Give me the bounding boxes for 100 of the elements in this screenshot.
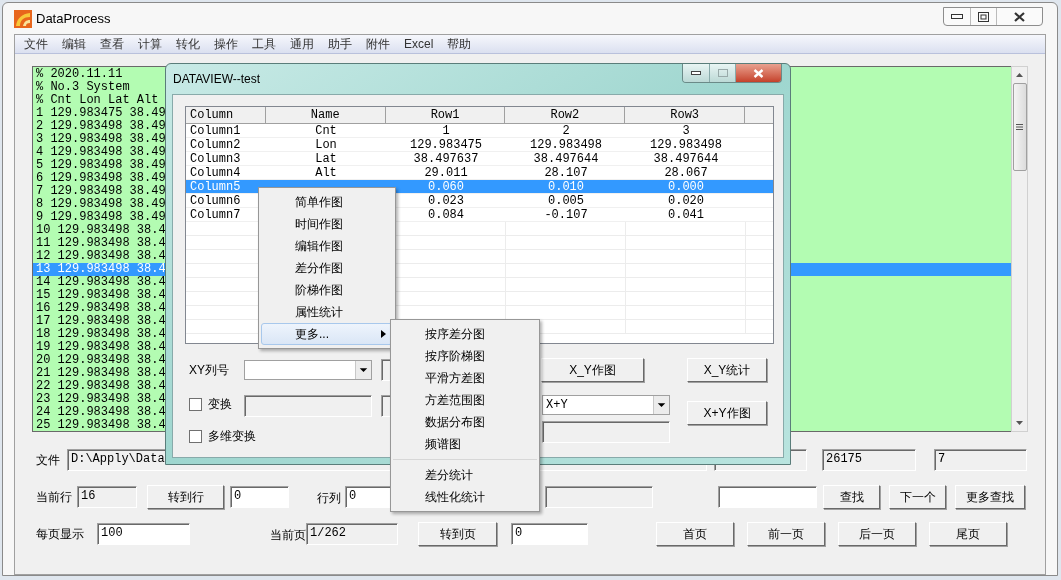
field-label: 当前行 (36, 489, 73, 506)
goto-page-field[interactable]: 0 (511, 523, 588, 545)
search-field[interactable] (718, 486, 817, 508)
close-icon (753, 68, 764, 78)
table-cell-text: 3 (681, 124, 691, 137)
maximize-icon (717, 69, 728, 77)
menu-item[interactable]: 助手 (323, 35, 357, 53)
table-cell-text: 129.983498 (649, 138, 723, 151)
field-label: XY列号 (189, 362, 230, 379)
minimize-button[interactable] (683, 64, 710, 82)
menu-item[interactable]: 属性统计 (261, 301, 393, 323)
per-page-field[interactable]: 100 (97, 523, 190, 545)
menu-item[interactable]: 计算 (133, 35, 167, 53)
columns-field[interactable]: 7 (934, 449, 1027, 471)
menu-item[interactable]: 帮助 (442, 35, 477, 53)
column-header[interactable]: Name (265, 107, 386, 123)
current-row-field[interactable]: 16 (77, 486, 137, 508)
table-cell-text: 0.084 (427, 208, 465, 221)
table-cell-text: 28.067 (663, 166, 709, 179)
button[interactable]: 查找 (823, 485, 880, 509)
dropdown[interactable] (244, 360, 372, 380)
table-cell-text: Lat (314, 152, 338, 165)
caret-icon (653, 396, 669, 414)
table-cell-text: 0.010 (547, 180, 585, 193)
menu-item[interactable]: 按序阶梯图 (393, 345, 537, 367)
count-field[interactable]: 26175 (822, 449, 916, 471)
button[interactable]: 下一个 (889, 485, 946, 509)
table-cell-text: Column7 (189, 208, 242, 221)
menu-item[interactable]: 差分作图 (261, 257, 393, 279)
table-cell-text: Column4 (189, 166, 242, 179)
button[interactable]: 更多查找 (955, 485, 1025, 509)
menu-item[interactable]: 按序差分图 (393, 323, 537, 345)
menu-item[interactable]: Excel (399, 35, 439, 53)
menu-item[interactable]: 编辑作图 (261, 235, 393, 257)
table-row[interactable]: Column2 Lon 129.983475 129.983498 129.983498 (186, 138, 773, 152)
input-field[interactable] (244, 395, 372, 417)
field-label: 每页显示 (36, 526, 85, 543)
menu-item[interactable]: 查看 (95, 35, 129, 53)
menu-item[interactable]: 更多... (261, 323, 393, 345)
table-cell-text: 38.497637 (412, 152, 480, 165)
table-cell-text: 0.020 (667, 194, 705, 207)
goto-row-field[interactable]: 0 (230, 486, 289, 508)
input-field[interactable] (381, 395, 391, 417)
menu-item[interactable]: 频谱图 (393, 433, 537, 455)
checkbox-label: 多维变换 (208, 428, 256, 445)
menu-item[interactable]: 方差范围图 (393, 389, 537, 411)
table-cell-text: 38.497644 (532, 152, 600, 165)
field-label: 当前页 (270, 528, 306, 542)
field-label: 行列 (317, 491, 341, 505)
table-cell-text: Column2 (189, 138, 242, 151)
column-header[interactable]: Row3 (625, 107, 746, 123)
menu-item[interactable]: 文件 (19, 35, 53, 53)
current-page-field[interactable]: 1/262 (306, 523, 398, 545)
scrollbar[interactable] (1011, 66, 1028, 432)
table-cell-text: Column1 (189, 124, 242, 137)
menu-item[interactable]: 操作 (209, 35, 243, 53)
menu-item[interactable]: 工具 (247, 35, 281, 53)
menu-item[interactable]: 差分统计 (393, 464, 537, 486)
column-header[interactable]: Row1 (385, 107, 506, 123)
minimize-icon (951, 14, 963, 19)
table-cell-text: Column6 (189, 194, 242, 207)
menu-item[interactable]: 转化 (171, 35, 205, 53)
grip-icon (1016, 124, 1023, 130)
menu-item[interactable]: 平滑方差图 (393, 367, 537, 389)
table-cell-text: 0.060 (427, 180, 465, 193)
menu-item[interactable]: 阶梯作图 (261, 279, 393, 301)
text-line: 12 129.983498 38.4 (36, 250, 166, 263)
window-title: DataProcess (36, 9, 111, 28)
text-line: 6 129.983498 38.49 (36, 172, 166, 185)
text-line: % Cnt Lon Lat Alt (36, 94, 159, 107)
button[interactable]: X_Y作图 (541, 358, 644, 382)
scroll-thumb[interactable] (1012, 83, 1027, 171)
button[interactable]: 前一页 (747, 522, 825, 546)
minimize-icon (691, 71, 701, 75)
text-line: 19 129.983498 38.4 (36, 341, 166, 354)
table-cell-text: Column3 (189, 152, 242, 165)
button[interactable]: 尾页 (929, 522, 1007, 546)
button[interactable]: 后一页 (838, 522, 916, 546)
column-header[interactable]: Column (186, 107, 266, 123)
menu-item[interactable]: 编辑 (57, 35, 91, 53)
button[interactable]: X+Y作图 (687, 401, 767, 425)
checkbox[interactable] (189, 397, 202, 411)
checkbox[interactable] (189, 429, 202, 443)
button[interactable]: 转到行 (147, 485, 224, 509)
menu-item[interactable]: 数据分布图 (393, 411, 537, 433)
button[interactable]: X_Y统计 (687, 358, 767, 382)
input-field[interactable] (545, 486, 653, 508)
column-header[interactable]: Row2 (505, 107, 626, 123)
close-icon (1014, 11, 1025, 22)
button[interactable]: 转到页 (418, 522, 497, 546)
table-cell-text: 129.983475 (409, 138, 483, 151)
menu-item[interactable]: 通用 (285, 35, 319, 53)
menu-item[interactable]: 附件 (361, 35, 395, 53)
button[interactable]: 首页 (656, 522, 734, 546)
input-field[interactable] (542, 421, 670, 443)
dropdown[interactable]: X+Y (542, 395, 670, 415)
table-row[interactable]: Column1 Cnt 1 2 3 (186, 124, 773, 138)
table-row[interactable]: Column3 Lat 38.497637 38.497644 38.497644 (186, 152, 773, 166)
input-field[interactable] (381, 359, 391, 381)
text-line: 17 129.983498 38.4 (36, 315, 166, 328)
